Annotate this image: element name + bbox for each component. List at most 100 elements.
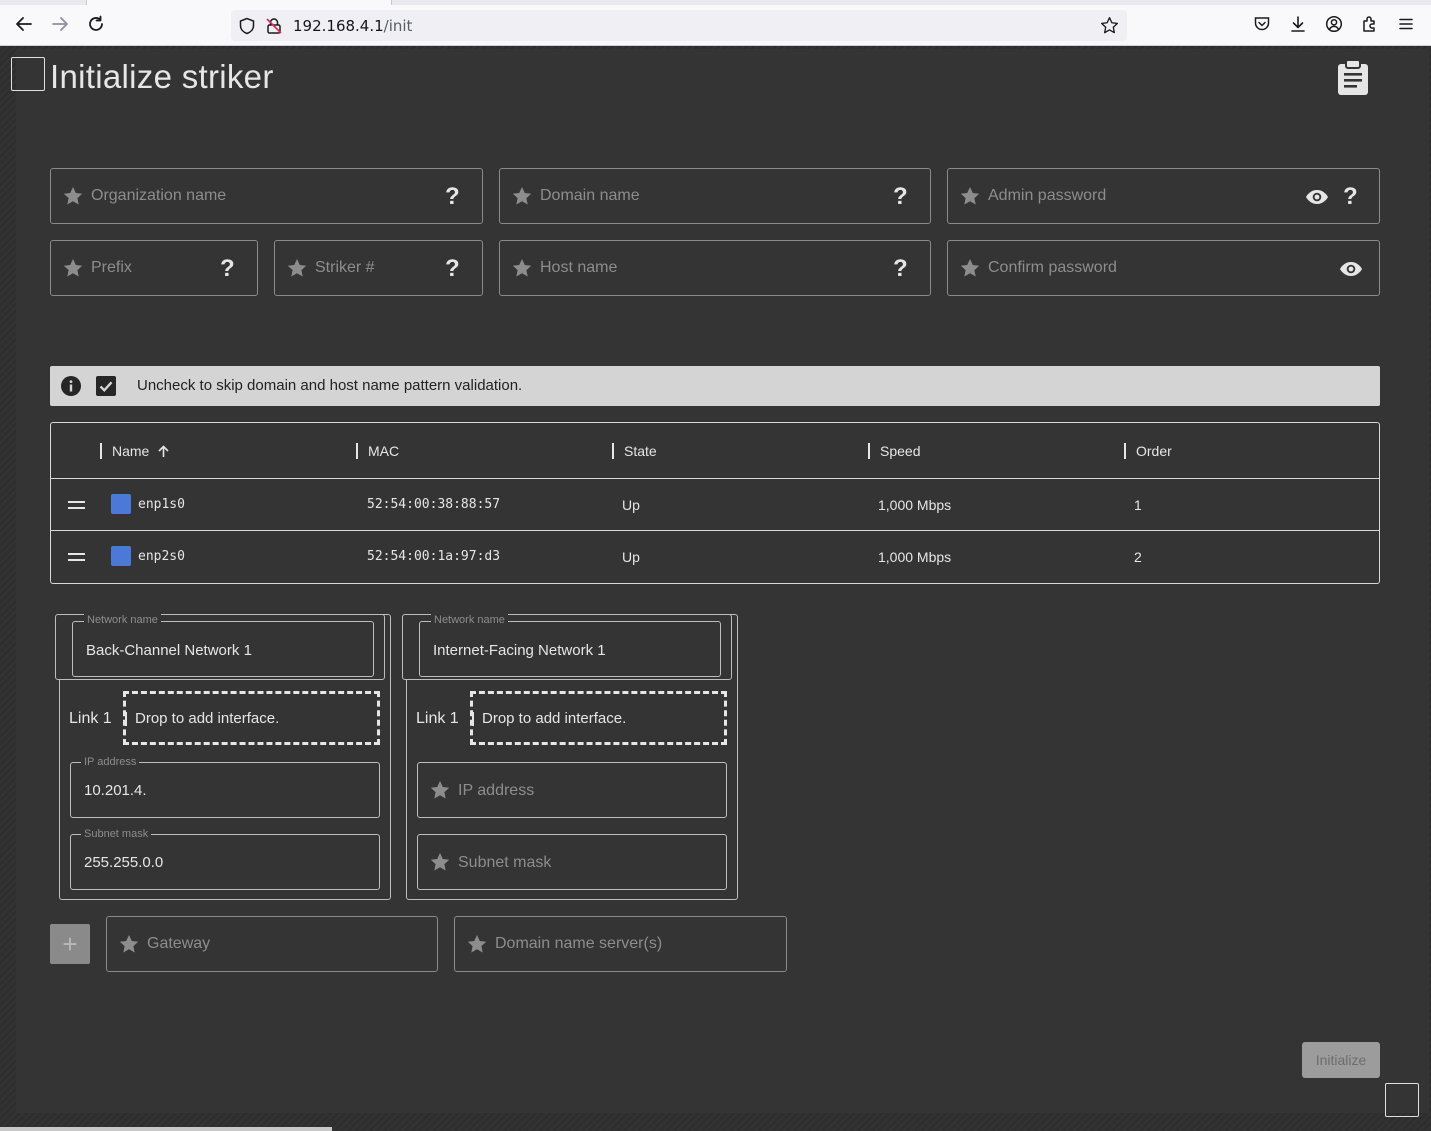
host-name-help-button[interactable]: ? — [893, 255, 908, 283]
network-name-legend: Network name — [84, 614, 161, 626]
add-network-button[interactable]: + — [50, 924, 90, 964]
subnet-mask-value: 255.255.0.0 — [84, 854, 164, 871]
prefix-field[interactable]: Prefix ? — [50, 240, 258, 296]
shield-icon[interactable] — [238, 17, 256, 40]
network-name-value: Internet-Facing Network 1 — [433, 642, 606, 659]
star-icon — [430, 853, 450, 871]
confirm-password-field[interactable]: Confirm password — [947, 240, 1380, 296]
gateway-field[interactable]: Gateway — [106, 916, 438, 972]
interface-mac: 52:54:00:38:88:57 — [367, 497, 501, 512]
ip-address-placeholder: IP address — [458, 782, 535, 799]
interface-order: 2 — [1134, 549, 1142, 565]
host-name-field[interactable]: Host name ? — [499, 240, 931, 296]
subnet-mask-legend: Subnet mask — [81, 828, 152, 840]
ip-address-legend: IP address — [81, 756, 140, 768]
validation-message: Uncheck to skip domain and host name pat… — [137, 377, 523, 394]
drop-zone-marker — [125, 712, 127, 726]
domain-name-field[interactable]: Domain name ? — [499, 168, 931, 224]
initialize-button[interactable]: Initialize — [1302, 1042, 1380, 1078]
subnet-mask-placeholder: Subnet mask — [458, 854, 552, 871]
interface-name: enp2s0 — [138, 549, 185, 564]
arrow-up-icon — [158, 445, 169, 457]
drop-zone-text: Drop to add interface. — [482, 710, 627, 727]
account-icon[interactable] — [1323, 13, 1345, 35]
interface-name: enp1s0 — [138, 497, 185, 512]
menu-icon[interactable] — [1395, 13, 1417, 35]
ip-address-field[interactable]: IP address 10.201.4. — [70, 756, 380, 818]
column-header-mac[interactable]: MAC — [356, 443, 399, 459]
star-icon — [119, 935, 139, 953]
drag-handle-icon[interactable] — [68, 553, 85, 561]
organization-name-help-button[interactable]: ? — [445, 183, 460, 211]
page-title: Initialize striker — [50, 58, 274, 95]
interface-state: Up — [622, 549, 640, 565]
tab-strip — [0, 0, 1431, 5]
interface-mac: 52:54:00:1a:97:d3 — [367, 549, 501, 564]
insecure-lock-icon[interactable] — [265, 17, 283, 40]
clipboard-icon[interactable] — [1334, 58, 1372, 96]
forward-arrow-icon[interactable] — [49, 13, 71, 35]
interface-speed: 1,000 Mbps — [878, 497, 952, 513]
striker-number-field[interactable]: Striker # ? — [274, 240, 483, 296]
column-header-name[interactable]: Name — [100, 443, 170, 459]
ip-address-field[interactable]: IP address — [417, 762, 727, 818]
star-outline-icon[interactable] — [1100, 16, 1119, 40]
subnet-mask-field[interactable]: Subnet mask 255.255.0.0 — [70, 828, 380, 890]
interface-color-square — [111, 494, 131, 514]
star-icon — [63, 259, 83, 277]
interface-color-square — [111, 546, 131, 566]
domain-name-help-button[interactable]: ? — [893, 183, 908, 211]
organization-name-field[interactable]: Organization name ? — [50, 168, 483, 224]
striker-number-placeholder: Striker # — [315, 259, 375, 276]
network-card-back-channel: Network name Back-Channel Network 1 Link… — [55, 614, 391, 900]
drop-zone-text: Drop to add interface. — [135, 710, 280, 727]
eye-icon[interactable] — [1339, 259, 1363, 279]
corner-placeholder-bottom — [1385, 1083, 1419, 1117]
url-path: /init — [383, 17, 413, 35]
skip-validation-checkbox[interactable] — [96, 376, 116, 396]
link-label: Link 1 — [69, 710, 112, 727]
table-row[interactable]: enp2s0 52:54:00:1a:97:d3 Up 1,000 Mbps 2 — [51, 530, 1379, 582]
interface-state: Up — [622, 497, 640, 513]
column-header-speed[interactable]: Speed — [868, 443, 920, 459]
star-icon — [960, 259, 980, 277]
column-header-state[interactable]: State — [612, 443, 657, 459]
active-tab[interactable] — [86, 0, 392, 5]
info-icon — [61, 376, 81, 396]
corner-placeholder-top — [11, 57, 45, 91]
gateway-placeholder: Gateway — [147, 935, 211, 952]
reload-icon[interactable] — [85, 13, 107, 35]
extensions-icon[interactable] — [1359, 13, 1381, 35]
drag-handle-icon[interactable] — [68, 501, 85, 509]
prefix-help-button[interactable]: ? — [220, 255, 235, 283]
browser-toolbar: 192.168.4.1/init — [0, 0, 1431, 46]
network-name-legend: Network name — [431, 614, 508, 626]
pocket-icon[interactable] — [1251, 13, 1273, 35]
star-icon — [430, 781, 450, 799]
star-icon — [287, 259, 307, 277]
star-icon — [960, 187, 980, 205]
network-name-box: Network name Internet-Facing Network 1 — [402, 614, 732, 680]
table-row[interactable]: enp1s0 52:54:00:38:88:57 Up 1,000 Mbps 1 — [51, 478, 1379, 530]
url-text[interactable]: 192.168.4.1/init — [293, 17, 412, 35]
striker-number-help-button[interactable]: ? — [445, 255, 460, 283]
url-host: 192.168.4.1 — [293, 17, 384, 35]
check-icon — [99, 381, 113, 393]
column-header-order[interactable]: Order — [1124, 443, 1172, 459]
subnet-mask-field[interactable]: Subnet mask — [417, 834, 727, 890]
interface-speed: 1,000 Mbps — [878, 549, 952, 565]
dns-field[interactable]: Domain name server(s) — [454, 916, 787, 972]
status-strip — [0, 1127, 332, 1131]
column-header-name-label: Name — [112, 443, 150, 459]
admin-password-help-button[interactable]: ? — [1343, 183, 1358, 211]
prefix-placeholder: Prefix — [91, 259, 132, 276]
admin-password-field[interactable]: Admin password ? — [947, 168, 1380, 224]
download-icon[interactable] — [1287, 13, 1309, 35]
validation-info-bar: Uncheck to skip domain and host name pat… — [50, 366, 1380, 406]
back-arrow-icon[interactable] — [13, 13, 35, 35]
eye-icon[interactable] — [1305, 187, 1329, 207]
network-name-value: Back-Channel Network 1 — [86, 642, 252, 659]
interface-order: 1 — [1134, 497, 1142, 513]
url-bar[interactable]: 192.168.4.1/init — [231, 10, 1127, 41]
interfaces-table: Name MAC State Speed Order enp1s0 52:54:… — [50, 422, 1380, 584]
